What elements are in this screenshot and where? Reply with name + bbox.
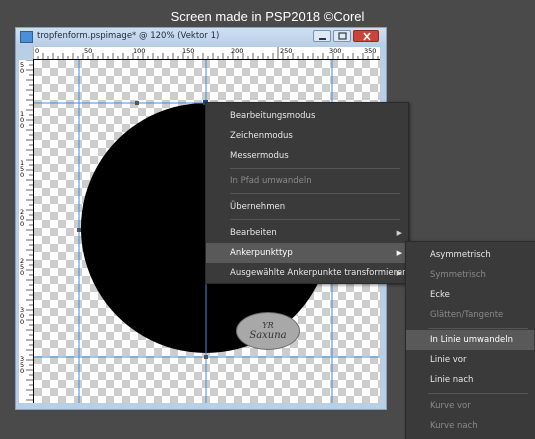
submenu-arrow-icon: ▶: [396, 249, 402, 257]
menu-item-ankerpunkttyp-row[interactable]: Ankerpunkttyp ▶: [206, 243, 406, 263]
menu-item-ankerpunkte-transformieren[interactable]: Ausgewählte Ankerpunkte transformieren: [206, 263, 408, 283]
ruler-top-label: 150: [182, 47, 195, 55]
ruler-top-label: 200: [231, 47, 244, 55]
anchor-point[interactable]: [135, 101, 139, 105]
submenu-item-glaetten-tangente[interactable]: Glätten/Tangente: [406, 305, 534, 325]
document-icon: [20, 31, 33, 43]
ruler-top-label: 250: [280, 47, 293, 55]
ruler-top-label: 100: [133, 47, 146, 55]
titlebar[interactable]: tropfenform.pspimage* @ 120% (Vektor 1): [16, 28, 386, 47]
anchor-point[interactable]: [204, 355, 208, 359]
submenu-arrow-icon: ▶: [396, 269, 402, 277]
menu-item-bearbeiten[interactable]: Bearbeiten: [206, 223, 406, 243]
submenu-item-ecke[interactable]: Ecke: [406, 285, 534, 305]
ruler-left[interactable]: 50 100 150 200 250 300 350: [19, 60, 34, 403]
menu-item-messermodus[interactable]: Messermodus: [206, 146, 406, 166]
screenshot-caption: Screen made in PSP2018 ©Corel: [170, 9, 365, 24]
ruler-left-label: 50: [20, 61, 25, 75]
submenu-item-linie-nach[interactable]: Linie nach: [406, 370, 534, 390]
context-menu[interactable]: Bearbeitungsmodus Zeichenmodus Messermod…: [205, 102, 409, 284]
menu-item-transformieren-row[interactable]: Ausgewählte Ankerpunkte transformieren ▶: [206, 263, 408, 283]
menu-item-ankerpunkttyp[interactable]: Ankerpunkttyp: [206, 243, 406, 263]
menu-item-uebernehmen[interactable]: Übernehmen: [206, 197, 406, 217]
menu-separator: [230, 219, 400, 220]
menu-item-bearbeiten-row[interactable]: Bearbeiten ▶: [206, 223, 406, 243]
submenu-item-linie-vor[interactable]: Linie vor: [406, 350, 534, 370]
submenu-arrow-icon: ▶: [396, 229, 402, 237]
ruler-top-label: 50: [84, 47, 93, 55]
anchor-type-submenu[interactable]: Asymmetrisch Symmetrisch Ecke Glätten/Ta…: [405, 241, 535, 439]
ruler-top-label: 300: [329, 47, 342, 55]
minimize-icon: [319, 38, 326, 40]
submenu-item-kurve-nach[interactable]: Kurve nach: [406, 416, 534, 436]
menu-separator: [230, 168, 400, 169]
maximize-icon: [338, 32, 347, 40]
submenu-item-kurve-vor[interactable]: Kurve vor: [406, 396, 534, 416]
menu-separator: [428, 393, 528, 394]
watermark-logo: YR Saxuna: [236, 312, 300, 350]
submenu-item-asymmetrisch[interactable]: Asymmetrisch: [406, 245, 534, 265]
menu-item-zeichenmodus[interactable]: Zeichenmodus: [206, 126, 406, 146]
anchor-point[interactable]: [77, 228, 81, 232]
minimize-button[interactable]: [313, 30, 331, 42]
watermark-name: Saxuna: [249, 330, 287, 341]
ruler-left-label: 100: [20, 110, 25, 130]
close-icon: [363, 32, 371, 41]
window-title: tropfenform.pspimage* @ 120% (Vektor 1): [37, 31, 220, 41]
ruler-top-label: 350: [364, 47, 377, 55]
ruler-left-label: 350: [20, 355, 25, 375]
ruler-top-label: 0: [35, 47, 40, 55]
ruler-top[interactable]: 0 50 100 150 200 250 300 350: [33, 47, 380, 60]
ruler-left-label: 300: [20, 306, 25, 326]
submenu-item-in-linie-umwandeln[interactable]: In Linie umwandeln: [406, 330, 534, 350]
close-button[interactable]: [353, 30, 379, 42]
submenu-item-symmetrisch[interactable]: Symmetrisch: [406, 265, 534, 285]
maximize-button[interactable]: [333, 30, 351, 42]
ruler-left-label: 250: [20, 257, 25, 277]
ruler-left-label: 200: [20, 208, 25, 228]
menu-separator: [428, 328, 528, 329]
menu-item-in-pfad-umwandeln[interactable]: In Pfad umwandeln: [206, 171, 406, 191]
menu-separator: [230, 193, 400, 194]
ruler-left-label: 150: [20, 159, 25, 179]
menu-item-bearbeitungsmodus[interactable]: Bearbeitungsmodus: [206, 106, 406, 126]
